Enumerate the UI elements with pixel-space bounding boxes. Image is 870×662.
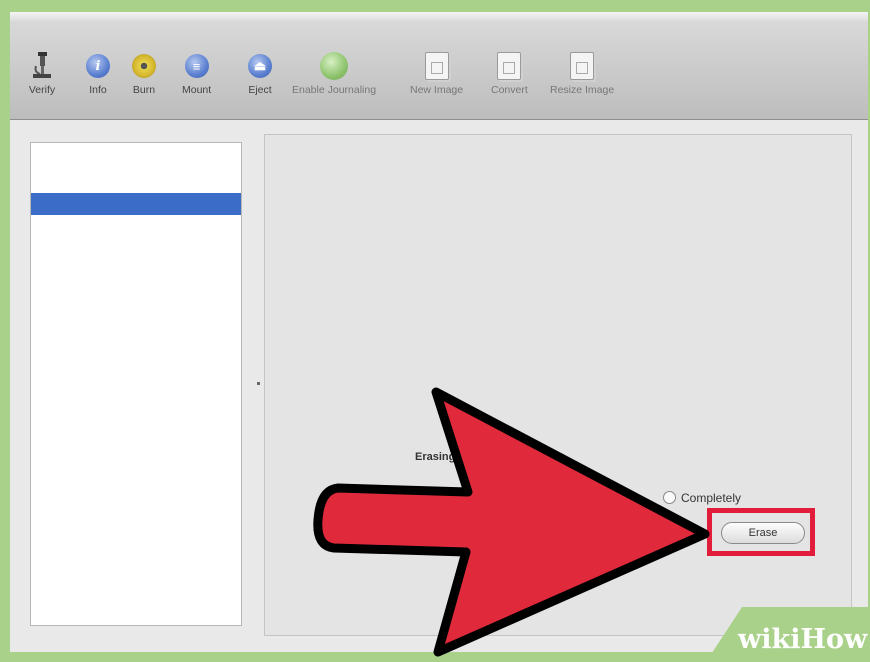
watermark-wiki: wiki (738, 624, 801, 655)
watermark-how: How (800, 624, 868, 655)
pointer-arrow-icon (313, 387, 710, 657)
wikihow-watermark: wikiHow (738, 624, 867, 655)
